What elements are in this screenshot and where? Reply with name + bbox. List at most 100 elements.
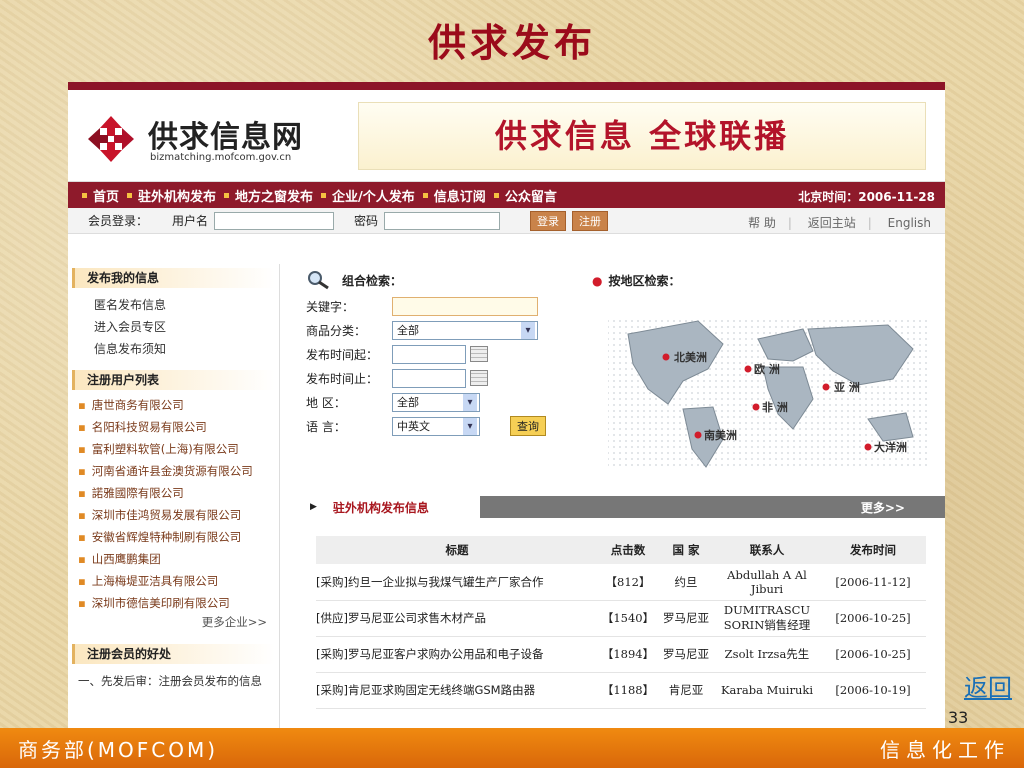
footer-right-text: 信息化工作 <box>880 737 1010 762</box>
map-region-south-america[interactable]: 南美洲 <box>704 428 737 442</box>
logo-arrows-icon <box>88 116 134 162</box>
user-link[interactable]: 深圳市佳鸿贸易发展有限公司 <box>78 504 279 526</box>
region-map: 按地区检索： 北美洲 欧 洲 亚 洲 <box>588 266 945 479</box>
map-region-asia[interactable]: 亚 洲 <box>834 381 860 394</box>
map-region-north-america[interactable]: 北美洲 <box>674 350 707 364</box>
publish-notice-link[interactable]: 信息发布须知 <box>94 338 279 360</box>
user-link[interactable]: 名阳科技贸易有限公司 <box>78 416 279 438</box>
keyword-input[interactable] <box>392 296 538 316</box>
triangle-right-icon: ▶ <box>310 502 317 512</box>
nav-local[interactable]: 地方之窗发布 <box>224 186 313 205</box>
row-title-link[interactable]: [采购]约旦一企业拟与我煤气罐生产厂家合作 <box>316 564 598 601</box>
users-section-title: 注册用户列表 <box>72 370 275 390</box>
row-country: 肯尼亚 <box>658 672 714 709</box>
date-to-label: 发布时间止： <box>306 371 379 386</box>
category-select[interactable]: 全部 <box>392 320 538 340</box>
logo-url: bizmatching.mofcom.gov.cn <box>150 152 292 163</box>
username-input[interactable] <box>214 211 335 230</box>
help-link[interactable]: 帮 助 <box>748 216 776 230</box>
table-row: [供应]罗马尼亚公司求售木材产品 【1540】 罗马尼亚 DUMITRASCU … <box>316 600 926 637</box>
row-contact: DUMITRASCU SORIN销售经理 <box>714 600 820 637</box>
magnifier-icon <box>308 271 329 290</box>
more-enterprises-link[interactable]: 更多企业>> <box>68 614 279 630</box>
row-date: [2006-10-25] <box>820 600 926 637</box>
row-date: [2006-11-12] <box>820 564 926 601</box>
english-link[interactable]: English <box>888 216 931 230</box>
table-row: [采购]肯尼亚求购固定无线终端GSM路由器 【1188】 肯尼亚 Karaba … <box>316 672 926 709</box>
member-login-label: 会员登录： <box>88 214 149 228</box>
row-clicks: 【812】 <box>598 564 658 601</box>
row-contact: Karaba Muiruki <box>714 672 820 709</box>
slide-title: 供求发布 <box>427 20 596 65</box>
table-row: [采购]约旦一企业拟与我煤气罐生产厂家合作 【812】 约旦 Abdullah … <box>316 564 926 601</box>
benefit-section-title: 注册会员的好处 <box>72 644 275 664</box>
user-link[interactable]: 河南省通许县金澳货源有限公司 <box>78 460 279 482</box>
search-form: 组合检索： 关键字： 商品分类： 全部 发布时间起： 发布时间止： 地 区： 全… <box>306 266 566 438</box>
anonymous-publish-link[interactable]: 匿名发布信息 <box>94 294 279 316</box>
main-nav: 首页 驻外机构发布 地方之窗发布 企业/个人发布 信息订阅 公众留言 北京时间：… <box>68 182 945 208</box>
user-link[interactable]: 富利塑料软管(上海)有限公司 <box>78 438 279 460</box>
nav-home[interactable]: 首页 <box>82 186 119 205</box>
date-from-label: 发布时间起： <box>306 347 379 362</box>
user-link[interactable]: 上海梅堤亚洁具有限公司 <box>78 570 279 592</box>
nav-enterprise[interactable]: 企业/个人发布 <box>321 186 415 205</box>
calendar-icon[interactable] <box>470 370 488 386</box>
row-contact: Zsolt Irzsa先生 <box>714 636 820 673</box>
table-header-row: 标题 点击数 国 家 联系人 发布时间 <box>316 536 926 564</box>
login-bar: 会员登录： 用户名 密码 登录 注册 帮 助 | 返回主站 | English <box>68 208 945 234</box>
benefit-text: 一、先发后审：注册会员发布的信息 <box>78 674 262 688</box>
row-clicks: 【1540】 <box>598 600 658 637</box>
map-region-oceania[interactable]: 大洋洲 <box>874 440 907 454</box>
main-site-link[interactable]: 返回主站 <box>808 216 856 230</box>
row-title-link[interactable]: [采购]肯尼亚求购固定无线终端GSM路由器 <box>316 672 598 709</box>
nav-overseas[interactable]: 驻外机构发布 <box>127 186 216 205</box>
col-country: 国 家 <box>658 536 714 564</box>
nav-subscribe[interactable]: 信息订阅 <box>422 186 486 205</box>
category-label: 商品分类： <box>306 323 367 338</box>
website-screenshot: 供求信息网 bizmatching.mofcom.gov.cn 供求信息 全球联… <box>68 82 945 728</box>
col-contact: 联系人 <box>714 536 820 564</box>
row-country: 约旦 <box>658 564 714 601</box>
col-date: 发布时间 <box>820 536 926 564</box>
site-logo[interactable]: 供求信息网 bizmatching.mofcom.gov.cn <box>86 110 336 170</box>
publish-section-title: 发布我的信息 <box>72 268 275 288</box>
user-link[interactable]: 安徽省辉煌特种制刷有限公司 <box>78 526 279 548</box>
language-select[interactable]: 中英文 <box>392 416 480 436</box>
map-region-europe[interactable]: 欧 洲 <box>754 362 780 376</box>
back-link[interactable]: 返回 <box>964 668 1012 703</box>
query-button[interactable]: 查询 <box>510 416 546 436</box>
recent-more-link[interactable]: 更多>> <box>861 499 905 516</box>
row-clicks: 【1894】 <box>598 636 658 673</box>
map-region-africa[interactable]: 非 洲 <box>762 400 788 414</box>
banner: 供求信息 全球联播 <box>358 102 926 170</box>
row-country: 罗马尼亚 <box>658 600 714 637</box>
row-title-link[interactable]: [采购]罗马尼亚客户求购办公用品和电子设备 <box>316 636 598 673</box>
row-country: 罗马尼亚 <box>658 636 714 673</box>
recent-section-bar: ▶ 驻外机构发布信息 更多>> <box>300 496 945 518</box>
password-input[interactable] <box>384 211 501 230</box>
col-clicks: 点击数 <box>598 536 658 564</box>
keyword-label: 关键字： <box>306 299 355 314</box>
member-zone-link[interactable]: 进入会员专区 <box>94 316 279 338</box>
user-link[interactable]: 唐世商务有限公司 <box>78 394 279 416</box>
recent-section-title: 驻外机构发布信息 <box>332 500 429 515</box>
nav-message[interactable]: 公众留言 <box>493 186 557 205</box>
row-date: [2006-10-25] <box>820 636 926 673</box>
calendar-icon[interactable] <box>470 346 488 362</box>
user-link[interactable]: 諾雅國際有限公司 <box>78 482 279 504</box>
row-title-link[interactable]: [供应]罗马尼亚公司求售木材产品 <box>316 600 598 637</box>
row-date: [2006-10-19] <box>820 672 926 709</box>
register-button[interactable]: 注册 <box>572 210 609 231</box>
footer-left-text: 商务部(MOFCOM) <box>18 737 219 762</box>
region-select[interactable]: 全部 <box>392 392 480 412</box>
user-link[interactable]: 山西鹰鹏集团 <box>78 548 279 570</box>
date-to-input[interactable] <box>392 368 466 388</box>
row-clicks: 【1188】 <box>598 672 658 709</box>
logo-name: 供求信息网 <box>148 120 303 155</box>
login-button[interactable]: 登录 <box>530 210 567 231</box>
beijing-time: 北京时间：2006-11-28 <box>798 190 935 204</box>
slide-footer: 商务部(MOFCOM) 信息化工作 <box>0 728 1024 768</box>
page-number: 33 <box>948 708 969 727</box>
date-from-input[interactable] <box>392 344 466 364</box>
user-link[interactable]: 深圳市德信美印刷有限公司 <box>78 592 279 614</box>
